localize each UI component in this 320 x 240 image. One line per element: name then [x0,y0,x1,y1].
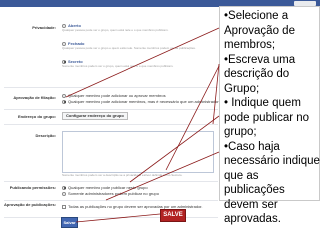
privacy-option-open[interactable]: Aberto Qualquer pessoa pode ver o grupo,… [62,23,168,32]
section-divider [4,200,218,201]
radio-icon[interactable] [62,191,66,196]
description-textarea[interactable] [62,131,214,173]
privacy-label: Privacidade: [32,25,56,30]
instruction-item: • Indique quem pode publicar no grupo; [224,97,310,138]
section-divider [4,124,218,125]
screenshot-page: Privacidade: Aberto Qualquer pessoa pode… [0,0,320,240]
approval-label: Aprovação de filiação: [13,95,56,100]
instruction-item: •Caso haja necessário indique que as pub… [224,140,320,226]
radio-selected-icon[interactable] [62,185,66,190]
checkbox-icon[interactable] [62,204,66,209]
posting-option-any[interactable]: Qualquer membro pode publicar neste grup… [62,185,148,190]
posting-option-admins[interactable]: Somente administradores podem publicar n… [62,191,159,196]
privacy-option-closed[interactable]: Fechado Qualquer pessoa pode ver o grupo… [62,41,196,50]
privacy-option-secret[interactable]: Secreto Somente membros podem ver o grup… [62,59,173,68]
address-label: Endereço do grupo: [18,114,56,119]
approval-option-any[interactable]: Qualquer membro pode adicionar ou aprova… [62,93,166,98]
section-divider [4,109,218,110]
approval-option-admin[interactable]: Qualquer membro pode adicionar membros, … [62,99,237,104]
radio-icon[interactable] [62,93,66,98]
save-button[interactable]: Salvar [61,217,78,228]
section-divider [4,181,218,182]
radio-selected-icon[interactable] [62,99,66,104]
save-annotation-tag: SALVE [160,209,186,222]
group-settings-form: Privacidade: Aberto Qualquer pessoa pode… [0,7,237,240]
posting-label: Publicando permissões: [9,185,56,190]
configure-address-button[interactable]: Configurar endereço do grupo [62,112,128,120]
instruction-item: •Selecione a Aprovação de membros; [224,10,295,51]
instruction-list: •Selecione a Aprovação de membros; •Escr… [224,9,320,227]
description-label: Descrição: [35,133,56,138]
section-divider [4,87,218,88]
instruction-callout: •Selecione a Aprovação de membros; •Escr… [219,6,320,225]
instruction-item: •Escreva uma descrição do Grupo; [224,53,296,95]
post-approval-label: Aprovação de publicações: [3,202,56,207]
description-hint: Somente membros podem ver a descrição se… [62,173,183,177]
